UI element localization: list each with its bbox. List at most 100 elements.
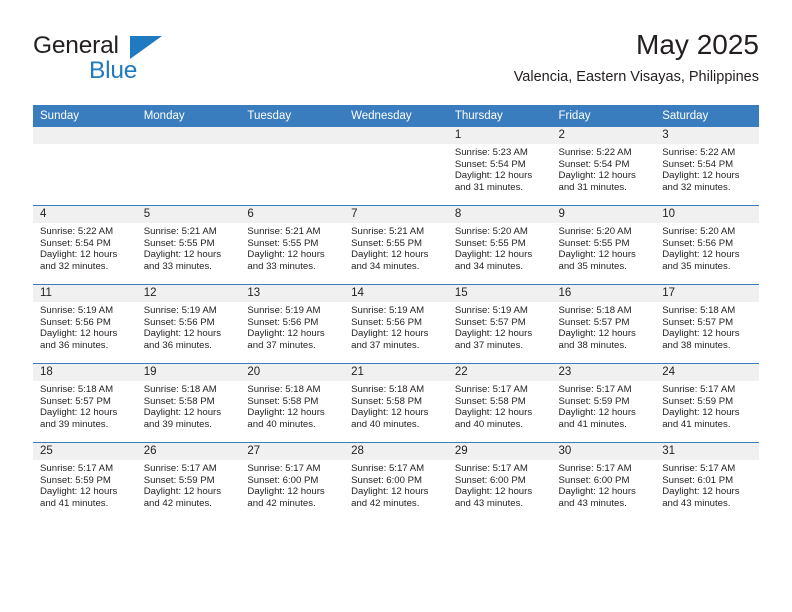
calendar-day-cell[interactable]: 27 Sunrise: 5:17 AM Sunset: 6:00 PM Dayligh… (240, 442, 345, 521)
calendar-day-cell-empty[interactable] (344, 127, 448, 206)
calendar-day-cell[interactable]: 8 Sunrise: 5:20 AM Sunset: 5:55 PM Daylight… (447, 205, 552, 285)
calendar-day-cell[interactable]: 2 Sunrise: 5:22 AM Sunset: 5:54 PM Daylight… (551, 127, 656, 206)
sunrise-text: Sunrise: 5:18 AM (143, 384, 217, 395)
calendar-week-row: 18 Sunrise: 5:18 AM Sunset: 5:57 PM Dayligh… (33, 363, 759, 443)
calendar-day-cell[interactable]: 31 Sunrise: 5:17 AM Sunset: 6:01 PM Dayligh… (655, 442, 759, 521)
sunset-text: Sunset: 5:58 PM (351, 395, 423, 407)
calendar-day-cell[interactable]: 30 Sunrise: 5:17 AM Sunset: 6:00 PM Dayligh… (551, 442, 656, 521)
sunrise-text: Sunrise: 5:23 AM (454, 147, 528, 158)
calendar-day-cell-empty[interactable] (240, 127, 345, 206)
day-number: 8 (447, 206, 552, 223)
calendar-day-cell[interactable]: 5 Sunrise: 5:21 AM Sunset: 5:55 PM Daylight… (136, 205, 241, 285)
day-cell-inner: 5 Sunrise: 5:21 AM Sunset: 5:55 PM Daylight… (136, 206, 241, 284)
page-title: May 2025 (636, 29, 759, 60)
daylight-text-line1: Daylight: 12 hours (662, 249, 740, 261)
sunrise-text: Sunrise: 5:17 AM (662, 384, 736, 395)
calendar-day-cell[interactable]: 22 Sunrise: 5:17 AM Sunset: 5:58 PM Dayligh… (447, 363, 552, 443)
daylight-text-line1: Daylight: 12 hours (454, 249, 533, 261)
sunset-text: Sunset: 6:00 PM (247, 474, 319, 486)
day-cell-inner (240, 127, 345, 205)
calendar-day-cell[interactable]: 1 Sunrise: 5:23 AM Sunset: 5:54 PM Daylight… (447, 127, 552, 206)
daylight-text-line2: and 41 minutes. (40, 497, 109, 509)
calendar-day-cell[interactable]: 14 Sunrise: 5:19 AM Sunset: 5:56 PM Dayligh… (344, 284, 448, 364)
calendar-day-cell[interactable]: 19 Sunrise: 5:18 AM Sunset: 5:58 PM Dayligh… (136, 363, 241, 443)
day-cell-inner: 3 Sunrise: 5:22 AM Sunset: 5:54 PM Daylight… (655, 127, 759, 205)
calendar-day-cell[interactable]: 4 Sunrise: 5:22 AM Sunset: 5:54 PM Daylight… (33, 205, 137, 285)
page-header: General Blue May 2025 Valencia, Eastern … (33, 28, 759, 98)
day-cell-inner: 22 Sunrise: 5:17 AM Sunset: 5:58 PM Dayligh… (447, 364, 552, 442)
calendar-day-cell[interactable]: 3 Sunrise: 5:22 AM Sunset: 5:54 PM Daylight… (655, 127, 759, 206)
sunrise-text: Sunrise: 5:17 AM (662, 463, 736, 474)
calendar-day-cell-empty[interactable] (33, 127, 137, 206)
calendar-body: 1 Sunrise: 5:23 AM Sunset: 5:54 PM Daylight… (33, 127, 759, 521)
daylight-text-line2: and 33 minutes. (143, 260, 212, 272)
sunrise-text: Sunrise: 5:20 AM (454, 226, 528, 237)
day-details: Sunrise: 5:18 AM Sunset: 5:58 PM Daylight:… (344, 381, 448, 430)
calendar-day-cell[interactable]: 10 Sunrise: 5:20 AM Sunset: 5:56 PM Dayligh… (655, 205, 759, 285)
calendar-day-cell[interactable]: 20 Sunrise: 5:18 AM Sunset: 5:58 PM Dayligh… (240, 363, 345, 443)
daylight-text-line1: Daylight: 12 hours (662, 170, 740, 182)
day-number: 2 (551, 127, 656, 144)
calendar-day-cell[interactable]: 24 Sunrise: 5:17 AM Sunset: 5:59 PM Dayligh… (655, 363, 759, 443)
daylight-text-line1: Daylight: 12 hours (247, 486, 325, 498)
daylight-text-line2: and 42 minutes. (143, 497, 212, 509)
calendar-day-cell[interactable]: 17 Sunrise: 5:18 AM Sunset: 5:57 PM Dayligh… (655, 284, 759, 364)
sunset-text: Sunset: 5:56 PM (247, 316, 319, 328)
day-cell-inner: 2 Sunrise: 5:22 AM Sunset: 5:54 PM Daylight… (551, 127, 656, 205)
calendar-day-cell[interactable]: 6 Sunrise: 5:21 AM Sunset: 5:55 PM Daylight… (240, 205, 345, 285)
daylight-text-line2: and 34 minutes. (454, 260, 524, 272)
day-cell-inner: 23 Sunrise: 5:17 AM Sunset: 5:59 PM Dayligh… (551, 364, 656, 442)
calendar-day-cell[interactable]: 16 Sunrise: 5:18 AM Sunset: 5:57 PM Dayligh… (551, 284, 656, 364)
calendar-day-cell[interactable]: 7 Sunrise: 5:21 AM Sunset: 5:55 PM Daylight… (344, 205, 448, 285)
daylight-text-line2: and 36 minutes. (143, 339, 212, 351)
day-cell-inner (33, 127, 137, 205)
day-details: Sunrise: 5:19 AM Sunset: 5:56 PM Daylight:… (240, 302, 344, 351)
day-cell-inner (344, 127, 448, 205)
calendar-day-cell-empty[interactable] (136, 127, 241, 206)
day-details: Sunrise: 5:19 AM Sunset: 5:57 PM Daylight:… (448, 302, 552, 351)
sunset-text: Sunset: 5:59 PM (558, 395, 630, 407)
sunset-text: Sunset: 5:54 PM (40, 237, 111, 249)
day-cell-inner: 14 Sunrise: 5:19 AM Sunset: 5:56 PM Dayligh… (344, 285, 448, 363)
sunset-text: Sunset: 5:55 PM (351, 237, 423, 249)
daylight-text-line1: Daylight: 12 hours (662, 407, 740, 419)
sunset-text: Sunset: 5:58 PM (247, 395, 319, 407)
calendar-day-cell[interactable]: 23 Sunrise: 5:17 AM Sunset: 5:59 PM Dayligh… (551, 363, 656, 443)
sunrise-text: Sunrise: 5:19 AM (40, 305, 114, 316)
sunset-text: Sunset: 5:59 PM (143, 474, 215, 486)
calendar-day-cell[interactable]: 18 Sunrise: 5:18 AM Sunset: 5:57 PM Dayligh… (33, 363, 137, 443)
calendar-week-row: 11 Sunrise: 5:19 AM Sunset: 5:56 PM Dayligh… (33, 284, 759, 364)
day-number: 23 (551, 364, 656, 381)
calendar-day-cell[interactable]: 11 Sunrise: 5:19 AM Sunset: 5:56 PM Dayligh… (33, 284, 137, 364)
daylight-text-line2: and 37 minutes. (351, 339, 420, 351)
sunrise-text: Sunrise: 5:21 AM (351, 226, 425, 237)
calendar-day-cell[interactable]: 29 Sunrise: 5:17 AM Sunset: 6:00 PM Dayligh… (447, 442, 552, 521)
daylight-text-line1: Daylight: 12 hours (454, 170, 533, 182)
calendar-day-cell[interactable]: 26 Sunrise: 5:17 AM Sunset: 5:59 PM Dayligh… (136, 442, 241, 521)
calendar-day-cell[interactable]: 9 Sunrise: 5:20 AM Sunset: 5:55 PM Daylight… (551, 205, 656, 285)
daylight-text-line1: Daylight: 12 hours (143, 486, 222, 498)
calendar-day-cell[interactable]: 12 Sunrise: 5:19 AM Sunset: 5:56 PM Dayligh… (136, 284, 241, 364)
sunrise-text: Sunrise: 5:18 AM (351, 384, 425, 395)
day-number: 11 (33, 285, 137, 302)
day-details: Sunrise: 5:21 AM Sunset: 5:55 PM Daylight:… (137, 223, 241, 272)
day-number: 15 (447, 285, 552, 302)
calendar-day-cell[interactable]: 28 Sunrise: 5:17 AM Sunset: 6:00 PM Dayligh… (344, 442, 448, 521)
day-number: 9 (551, 206, 656, 223)
daylight-text-line1: Daylight: 12 hours (351, 486, 429, 498)
triangle-logo-icon (130, 36, 162, 59)
calendar-day-cell[interactable]: 15 Sunrise: 5:19 AM Sunset: 5:57 PM Dayligh… (447, 284, 552, 364)
calendar-day-cell[interactable]: 25 Sunrise: 5:17 AM Sunset: 5:59 PM Dayligh… (33, 442, 137, 521)
day-details: Sunrise: 5:18 AM Sunset: 5:58 PM Daylight:… (240, 381, 344, 430)
brand-logo: General Blue (33, 32, 263, 88)
calendar-day-cell[interactable]: 13 Sunrise: 5:19 AM Sunset: 5:56 PM Dayligh… (240, 284, 345, 364)
day-number: 13 (240, 285, 345, 302)
daylight-text-line1: Daylight: 12 hours (454, 328, 533, 340)
calendar-day-cell[interactable]: 21 Sunrise: 5:18 AM Sunset: 5:58 PM Dayligh… (344, 363, 448, 443)
sunset-text: Sunset: 6:00 PM (351, 474, 423, 486)
day-number (136, 127, 241, 144)
day-number: 25 (33, 443, 137, 460)
weekday-header-saturday: Saturday (655, 105, 759, 127)
daylight-text-line2: and 39 minutes. (143, 418, 212, 430)
day-cell-inner: 29 Sunrise: 5:17 AM Sunset: 6:00 PM Dayligh… (447, 443, 552, 521)
